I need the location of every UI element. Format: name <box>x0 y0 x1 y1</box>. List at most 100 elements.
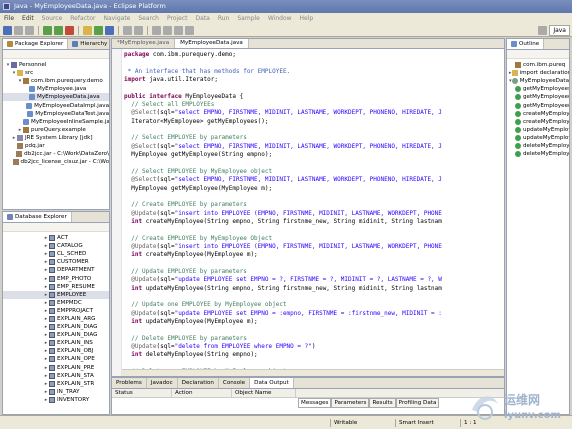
package-tree-item[interactable]: MyEmployee.java <box>3 85 109 93</box>
package-tree-item[interactable]: ▸ pureQuery.example <box>3 126 109 134</box>
outline-item[interactable]: updateMyEmploy <box>507 134 569 142</box>
run-icon[interactable] <box>54 25 63 35</box>
table-item[interactable]: ▸ CUSTOMER <box>3 258 109 266</box>
table-item[interactable]: ▸ EMPLOYEE <box>3 290 109 299</box>
editor-tab-myemployee[interactable]: *MyEmployee.java <box>112 39 176 48</box>
outline-item[interactable]: ▸ import declarations <box>507 69 569 77</box>
new-icon[interactable] <box>3 25 12 35</box>
table-item[interactable]: ▸ EMPPROJACT <box>3 307 109 315</box>
new-class-icon[interactable] <box>105 25 114 35</box>
table-item[interactable]: ▸ EMP_RESUME <box>3 283 109 291</box>
package-tree-item[interactable]: ▾ Personnel <box>3 61 109 69</box>
table-item[interactable]: ▸ EXPLAIN_OBJ <box>3 347 109 355</box>
outline-item[interactable]: createMyEmploy <box>507 118 569 126</box>
menu-run[interactable]: Run <box>218 13 230 24</box>
result-tab-profiling-data[interactable]: Profiling Data <box>395 398 440 408</box>
external-tools-icon[interactable] <box>65 25 74 35</box>
package-tree-item[interactable]: MyEmployeeDataImpl.java <box>3 101 109 109</box>
debug-icon[interactable] <box>43 25 52 35</box>
outline-item[interactable]: getMyEmployee(S <box>507 93 569 101</box>
result-tab-parameters[interactable]: Parameters <box>331 398 370 408</box>
table-item[interactable]: ▸ EXPLAIN_PRE <box>3 364 109 372</box>
column-status[interactable]: Status <box>112 389 172 397</box>
package-tree-item[interactable]: ▾ com.ibm.purequery.demo <box>3 77 109 85</box>
next-annotation-icon[interactable] <box>152 25 161 35</box>
forward-icon[interactable] <box>185 25 194 35</box>
outline-item[interactable]: com.ibm.pureq <box>507 61 569 69</box>
tab-javadoc[interactable]: Javadoc <box>147 378 178 388</box>
outline-item[interactable]: updateMyEmploy <box>507 126 569 134</box>
menu-edit[interactable]: Edit <box>22 13 34 24</box>
open-type-icon[interactable] <box>123 25 132 35</box>
table-item[interactable]: ▸ EXPLAIN_OPE <box>3 355 109 363</box>
outline-item[interactable]: getMyEmployee(M <box>507 101 569 109</box>
table-name: IN_TRAY <box>57 388 80 395</box>
perspective-java-tab[interactable]: Java <box>549 25 570 36</box>
table-item[interactable]: ▸ EMPMDC <box>3 299 109 307</box>
package-tree-item[interactable]: pdq.jar <box>3 142 109 150</box>
tab-database-explorer[interactable]: Database Explorer <box>3 212 72 222</box>
tab-outline[interactable]: Outline <box>507 39 545 49</box>
table-item[interactable]: ▸ ACT <box>3 234 109 242</box>
code-line: // Create EMPLOYEE by parameters <box>124 201 496 209</box>
editor-tab-myemployeedata[interactable]: MyEmployeeData.java <box>175 39 249 48</box>
open-perspective-icon[interactable] <box>538 26 548 35</box>
menu-refactor[interactable]: Refactor <box>70 13 95 24</box>
outline-item[interactable]: createMyEmploy <box>507 110 569 118</box>
code-token: package <box>124 51 153 58</box>
table-icon <box>49 380 55 387</box>
package-tree-item[interactable]: MyEmployeeData.java <box>3 93 109 102</box>
table-item[interactable]: ▸ CATALOG <box>3 242 109 250</box>
column-object-name[interactable]: Object Name <box>232 389 296 397</box>
tab-console[interactable]: Console <box>219 378 251 388</box>
code-area[interactable]: package com.ibm.purequery.demo; * An int… <box>124 51 496 376</box>
result-tab-results[interactable]: Results <box>369 398 396 408</box>
menu-help[interactable]: Help <box>300 13 314 24</box>
package-tree-item[interactable]: ▾ src <box>3 69 109 77</box>
table-item[interactable]: ▸ INVENTORY <box>3 396 109 404</box>
save-icon[interactable] <box>14 25 23 35</box>
tab-problems[interactable]: Problems <box>112 378 147 388</box>
table-item[interactable]: ▸ CL_SCHED <box>3 250 109 258</box>
table-item[interactable]: ▸ EXPLAIN_DIAG <box>3 323 109 331</box>
package-tree-item[interactable]: db2jcc_license_cisuz.jar - C:\Wo <box>3 158 109 166</box>
menu-navigate[interactable]: Navigate <box>103 13 130 24</box>
outline-item[interactable]: ▾ MyEmployeeData <box>507 77 569 85</box>
table-item[interactable]: ▸ EMP_PHOTO <box>3 274 109 282</box>
result-tab-messages[interactable]: Messages <box>298 398 332 408</box>
outline-item[interactable]: getMyEmployees() <box>507 85 569 93</box>
outline-item[interactable]: deleteMyEmploye <box>507 142 569 150</box>
menu-project[interactable]: Project <box>167 13 188 24</box>
menu-window[interactable]: Window <box>268 13 292 24</box>
previous-annotation-icon[interactable] <box>163 25 172 35</box>
table-item[interactable]: ▸ EXPLAIN_STA <box>3 372 109 380</box>
menu-sample[interactable]: Sample <box>237 13 260 24</box>
menu-search[interactable]: Search <box>138 13 159 24</box>
back-icon[interactable] <box>174 25 183 35</box>
print-icon[interactable] <box>25 25 34 35</box>
column-action[interactable]: Action <box>172 389 232 397</box>
package-tree-item[interactable]: MyEmployeeInlineSample.java <box>3 118 109 126</box>
table-item[interactable]: ▸ EXPLAIN_DIAG <box>3 331 109 339</box>
new-java-project-icon[interactable] <box>83 25 92 35</box>
tab-package-explorer[interactable]: Package Explorer <box>3 39 69 49</box>
tab-data-output[interactable]: Data Output <box>250 378 294 388</box>
package-explorer-view: Package Explorer Hierarchy ▾ Personnel ▾ sr… <box>2 38 110 210</box>
table-item[interactable]: ▸ EXPLAIN_INS <box>3 339 109 347</box>
package-tree-item[interactable]: db2jcc.jar - C:\Work\DataZero\ <box>3 150 109 158</box>
editor-horizontal-scrollbar[interactable] <box>122 369 504 376</box>
table-item[interactable]: ▸ EXPLAIN_ARG <box>3 315 109 323</box>
menu-data[interactable]: Data <box>196 13 210 24</box>
search-icon[interactable] <box>134 25 143 35</box>
menu-file[interactable]: File <box>4 13 14 24</box>
new-package-icon[interactable] <box>94 25 103 35</box>
tab-declaration[interactable]: Declaration <box>178 378 219 388</box>
table-item[interactable]: ▸ DEPARTMENT <box>3 266 109 274</box>
table-item[interactable]: ▸ EXPLAIN_STR <box>3 380 109 388</box>
table-item[interactable]: ▸ IN_TRAY <box>3 388 109 396</box>
menu-source[interactable]: Source <box>42 13 63 24</box>
package-tree-item[interactable]: MyEmployeeDataTest.java <box>3 110 109 118</box>
outline-item[interactable]: deleteMyEmploye <box>507 150 569 158</box>
tab-hierarchy[interactable]: Hierarchy <box>68 39 109 49</box>
package-tree-item[interactable]: ▸ JRE System Library [jdk] <box>3 134 109 142</box>
